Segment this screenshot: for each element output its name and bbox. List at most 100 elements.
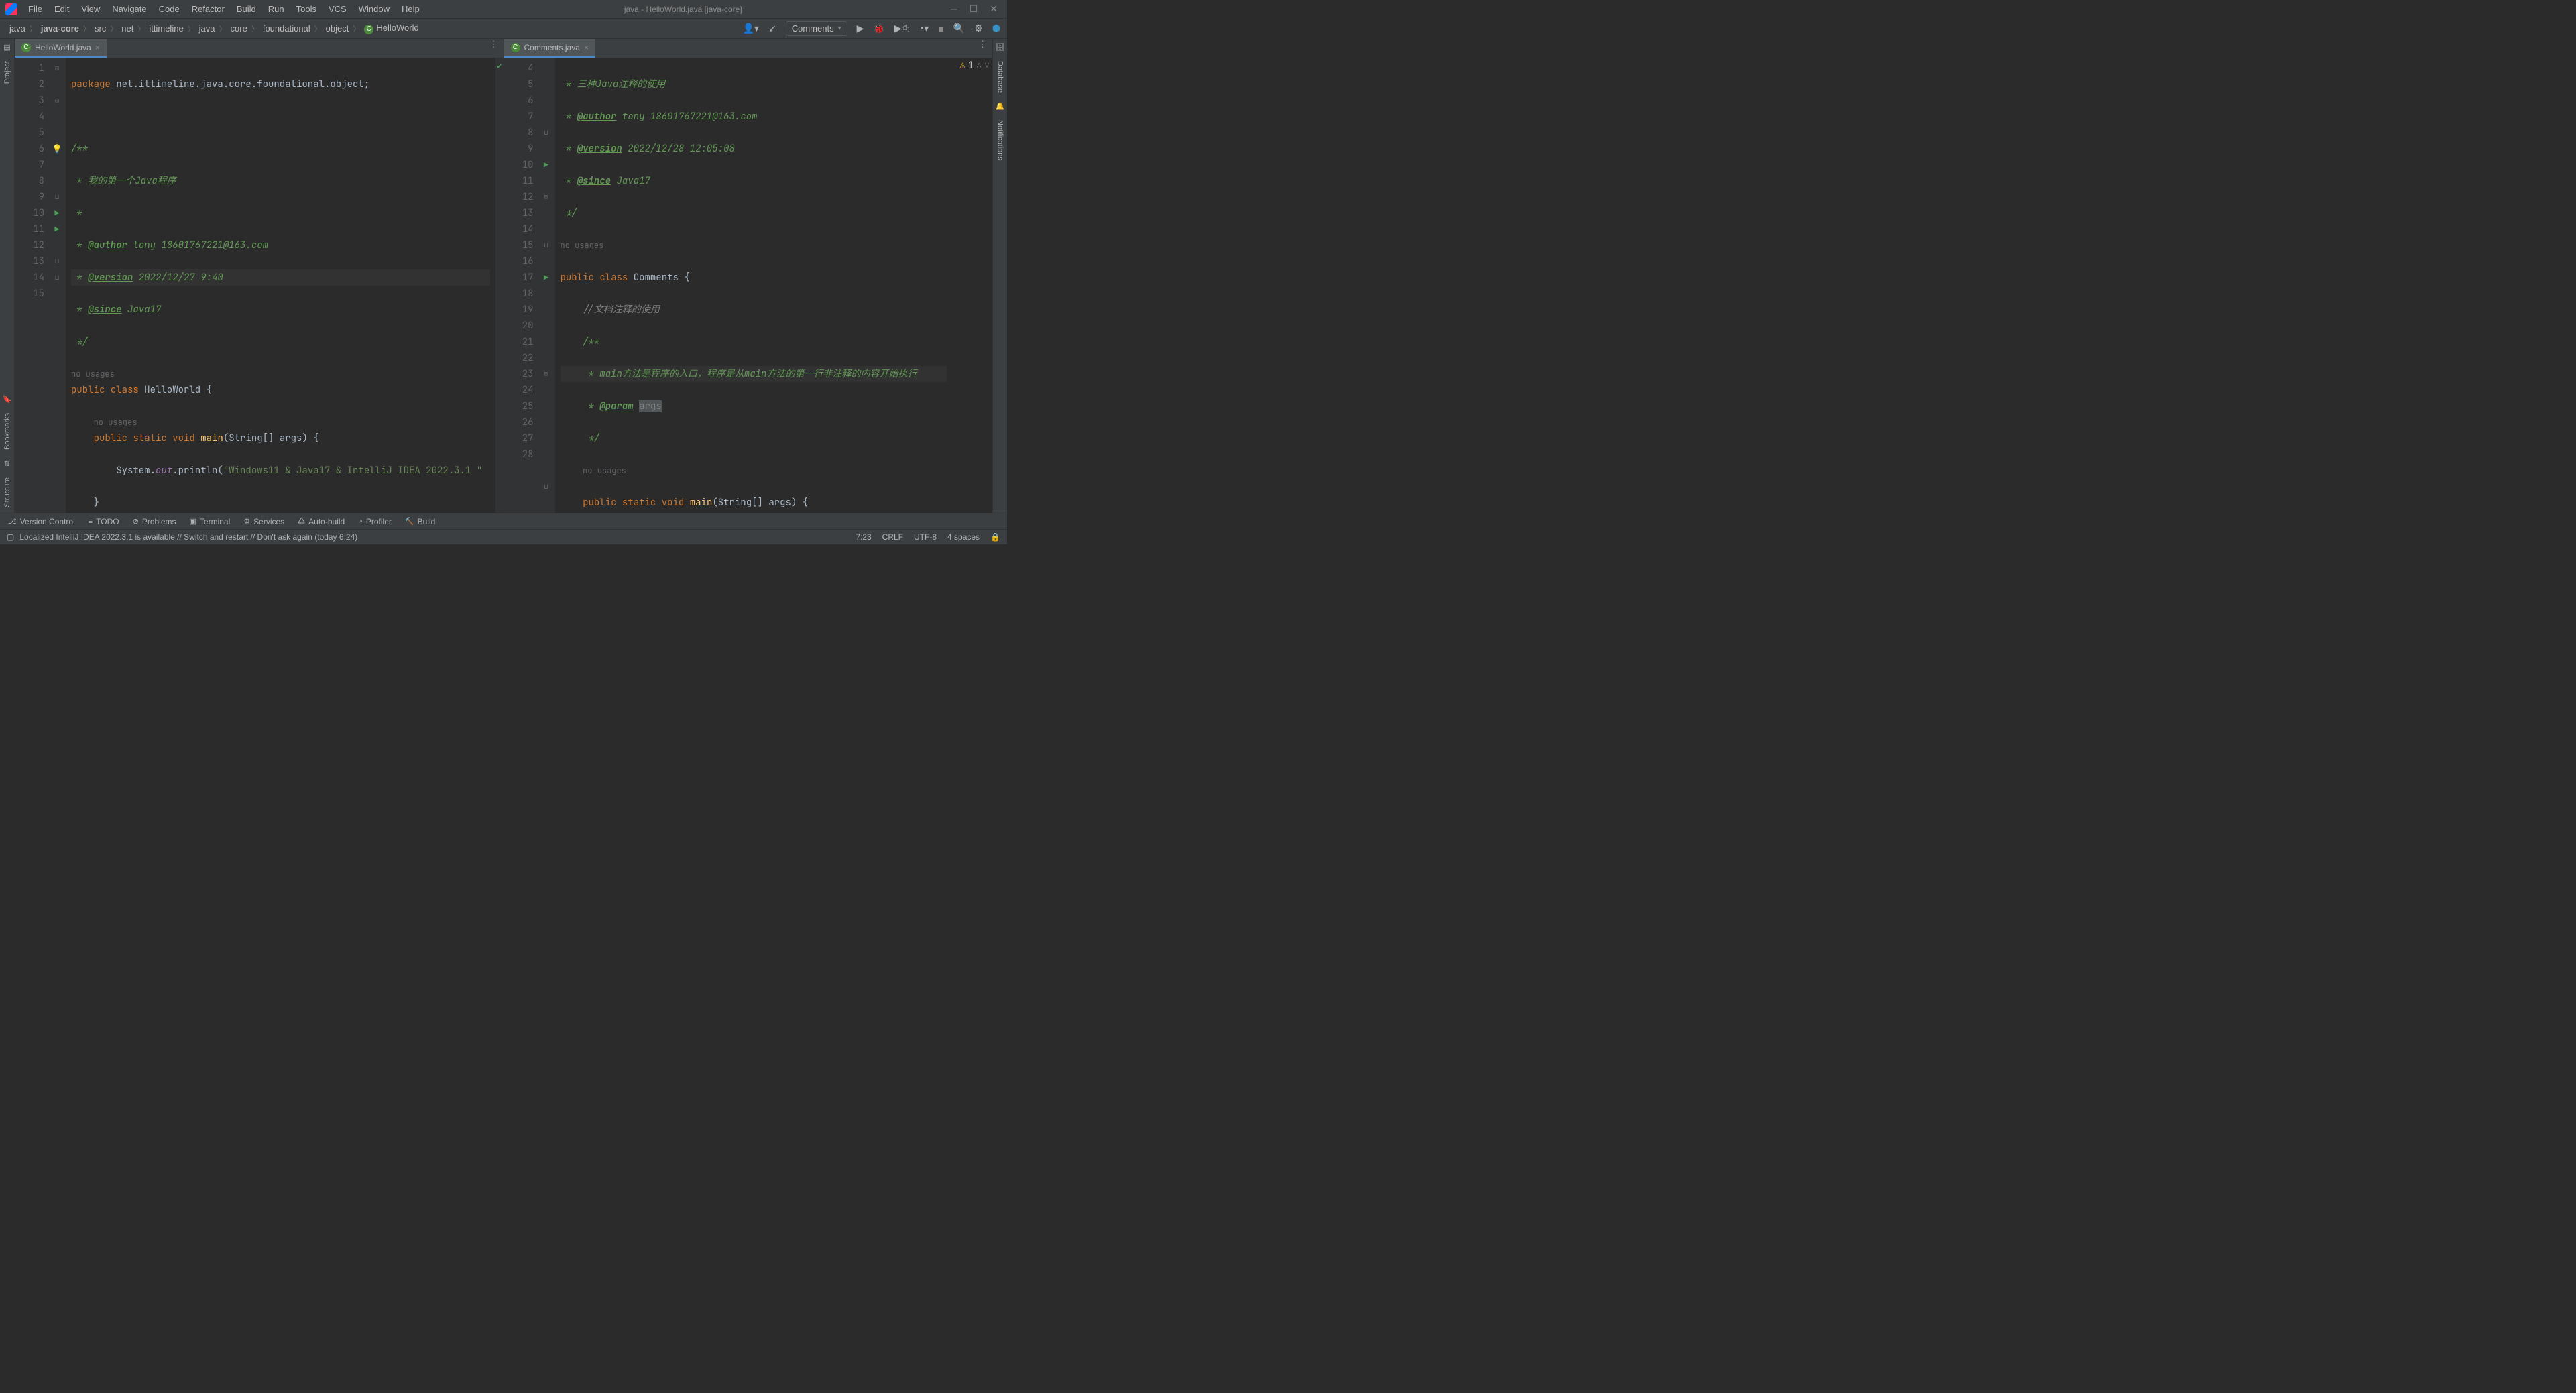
status-bar: ▢ Localized IntelliJ IDEA 2022.3.1 is av… [0,529,1007,544]
title-bar: File Edit View Navigate Code Refactor Bu… [0,0,1007,19]
menu-navigate[interactable]: Navigate [107,1,152,17]
tool-notifications[interactable]: Notifications [995,115,1006,166]
caret-position[interactable]: 7:23 [856,532,871,542]
tool-bookmarks[interactable]: Bookmarks [2,408,13,455]
project-icon[interactable]: ▤ [3,43,10,52]
menu-code[interactable]: Code [154,1,185,17]
tab-helloworld[interactable]: C HelloWorld.java × [15,39,107,58]
menu-build[interactable]: Build [231,1,261,17]
tool-build[interactable]: 🔨Build [405,517,435,526]
avatar-icon[interactable]: ⬢ [992,23,1000,34]
tool-database[interactable]: Database [995,56,1006,98]
line-numbers-left: 123456789101112131415 [15,58,48,513]
file-encoding[interactable]: UTF-8 [914,532,937,542]
bottom-tool-strip: ⎇Version Control ≡TODO ⊘Problems ▣Termin… [0,513,1007,529]
branch-icon: ⎇ [8,517,17,526]
tool-project[interactable]: Project [2,56,13,89]
menu-window[interactable]: Window [353,1,395,17]
status-window-icon[interactable]: ▢ [7,532,14,542]
tab-menu-icon[interactable]: ⋮ [484,39,504,58]
window-title: java - HelloWorld.java [java-core] [425,5,941,14]
tool-vcs[interactable]: ⎇Version Control [8,517,75,526]
editor-pane-right: C Comments.java × ⋮ 45678 91011121314 15… [504,39,993,513]
gutter-left: ⊟⊟💡⊔▶▶⊔⊔ [48,58,66,513]
tool-profiler[interactable]: ◔Profiler [358,517,392,526]
coverage-icon[interactable]: ▶⎙ [894,23,909,34]
crumb-java-core[interactable]: java-core [38,22,82,35]
run-gutter-icon[interactable]: ▶ [538,157,555,173]
crumb-foundational[interactable]: foundational [260,22,313,35]
line-separator[interactable]: CRLF [882,532,903,542]
indent-setting[interactable]: 4 spaces [947,532,980,542]
maximize-icon[interactable]: ☐ [970,3,978,15]
left-tool-gutter: ▤ Project 🔖 Bookmarks ⇅ Structure [0,39,15,513]
debug-icon[interactable]: 🐞 [873,23,884,34]
crumb-object[interactable]: object [323,22,352,35]
crumb-ittimeline[interactable]: ittimeline [146,22,186,35]
menu-edit[interactable]: Edit [49,1,74,17]
menu-refactor[interactable]: Refactor [186,1,230,17]
menu-view[interactable]: View [76,1,105,17]
tool-autobuild[interactable]: 🛆Auto-build [298,515,345,528]
tab-menu-icon[interactable]: ⋮ [973,39,992,58]
intention-bulb-icon[interactable]: 💡 [48,141,66,157]
crumb-java[interactable]: java [7,22,28,35]
crumb-java2[interactable]: java [196,22,218,35]
stop-icon[interactable]: ■ [938,23,943,34]
vcs-update-icon[interactable]: ↙ [768,23,776,34]
editor-split: C HelloWorld.java × ⋮ 123456789101112131… [15,39,992,513]
tab-label: HelloWorld.java [35,43,91,52]
menu-help[interactable]: Help [396,1,425,17]
minimize-icon[interactable]: ─ [951,3,957,15]
bookmarks-icon[interactable]: 🔖 [3,395,12,404]
run-gutter-icon[interactable]: ▶ [48,205,66,221]
code-area-left[interactable]: package net.ittimeline.java.core.foundat… [66,58,495,513]
search-icon[interactable]: 🔍 [953,23,965,34]
crumb-src[interactable]: src [92,22,109,35]
run-config-selector[interactable]: Comments [786,21,847,36]
editor-body-right[interactable]: 45678 91011121314 1516171819202122232425… [504,58,993,513]
tool-services[interactable]: ⚙Services [243,517,284,526]
tab-close-icon[interactable]: × [95,43,100,52]
main-area: ▤ Project 🔖 Bookmarks ⇅ Structure C Hell… [0,39,1007,513]
settings-icon[interactable]: ⚙ [974,23,983,34]
tool-structure[interactable]: Structure [2,472,13,513]
crumb-core[interactable]: core [228,22,250,35]
todo-icon: ≡ [89,518,93,526]
tab-comments[interactable]: C Comments.java × [504,39,595,58]
menu-vcs[interactable]: VCS [323,1,352,17]
build-icon: 🔨 [405,517,414,526]
tool-todo[interactable]: ≡TODO [89,517,119,526]
status-message[interactable]: Localized IntelliJ IDEA 2022.3.1 is avai… [19,532,357,542]
menu-tools[interactable]: Tools [291,1,322,17]
error-stripe-right[interactable]: ⚠ 1 ˄ ˅ [952,58,992,513]
tab-bar-right: C Comments.java × ⋮ [504,39,993,58]
warning-icon[interactable]: ⚠ [959,60,965,72]
tab-close-icon[interactable]: × [584,43,589,52]
profile-icon[interactable]: ◔▾ [919,23,929,34]
nav-up-icon[interactable]: ˄ [976,60,982,72]
menu-bar: File Edit View Navigate Code Refactor Bu… [23,1,425,17]
warning-count: 1 [968,60,974,72]
editor-body-left[interactable]: 123456789101112131415 ⊟⊟💡⊔▶▶⊔⊔ package n… [15,58,504,513]
lock-icon[interactable]: 🔒 [990,532,1000,542]
run-gutter-icon[interactable]: ▶ [538,269,555,286]
tool-problems[interactable]: ⊘Problems [133,517,176,526]
run-icon[interactable]: ▶ [857,23,864,34]
structure-icon[interactable]: ⇅ [4,459,10,468]
notifications-icon[interactable]: 🔔 [996,102,1005,111]
database-icon[interactable]: 🗄 [996,43,1005,52]
code-area-right[interactable]: * 三种Java注释的使用 * @author tony 18601767221… [555,58,953,513]
menu-file[interactable]: File [23,1,48,17]
error-stripe-left[interactable]: ✔ [495,58,504,513]
menu-run[interactable]: Run [263,1,290,17]
nav-down-icon[interactable]: ˅ [984,60,990,72]
tool-terminal[interactable]: ▣Terminal [190,517,231,526]
crumb-net[interactable]: net [119,22,136,35]
terminal-icon: ▣ [190,517,196,526]
run-gutter-icon[interactable]: ▶ [48,221,66,237]
profiler-icon: ◔ [358,518,363,526]
add-user-icon[interactable]: 👤▾ [743,23,759,34]
close-icon[interactable]: ✕ [990,3,998,15]
crumb-class[interactable]: CHelloWorld [361,21,421,36]
